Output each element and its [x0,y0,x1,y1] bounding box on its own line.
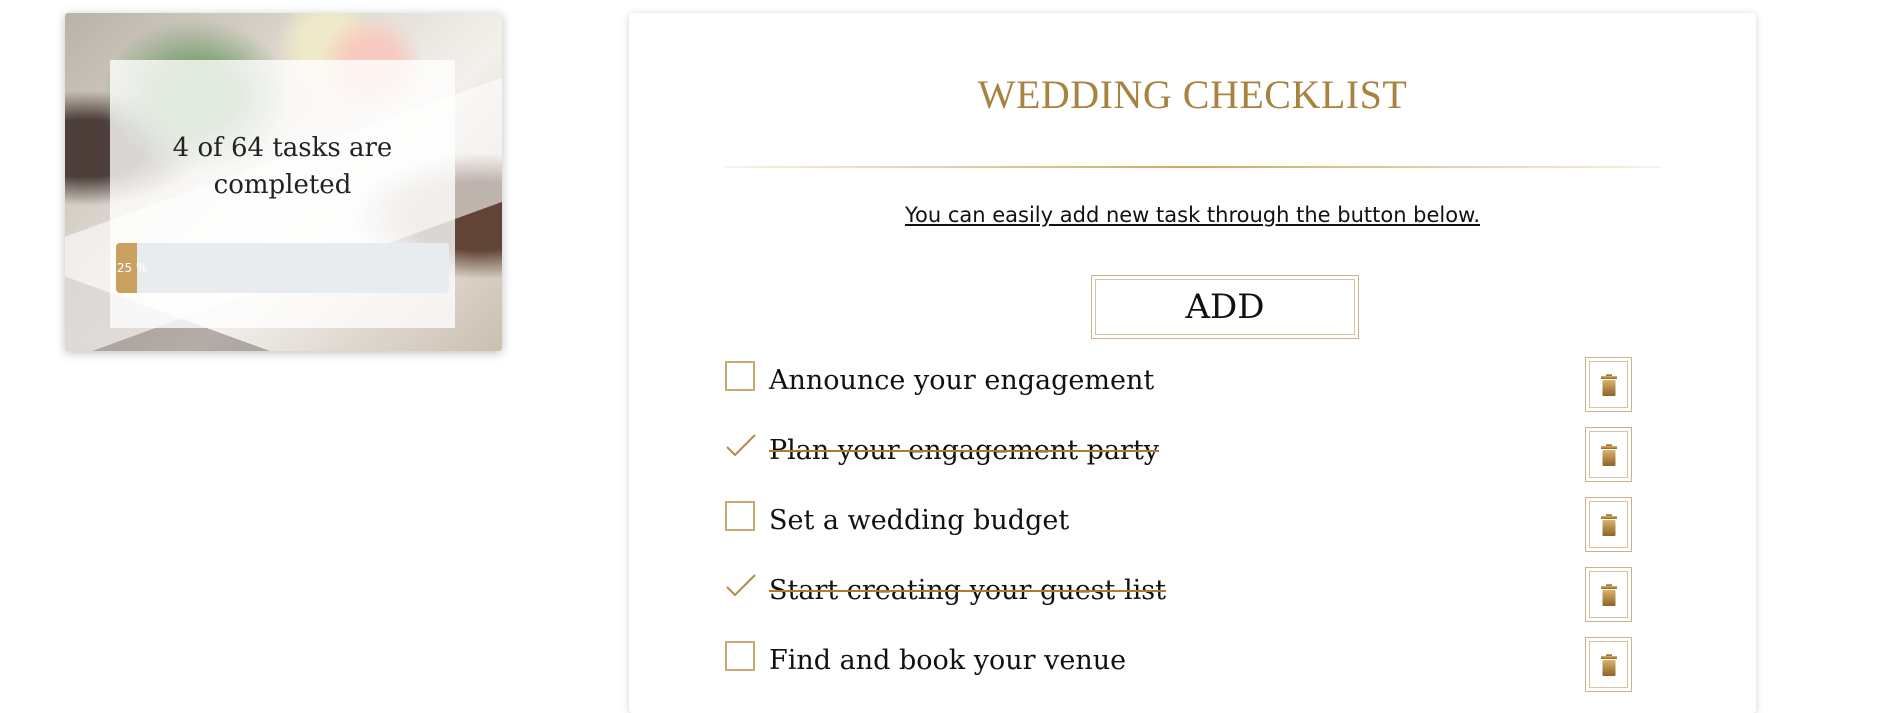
title-divider [725,166,1661,168]
delete-task-button[interactable] [1585,567,1632,622]
trash-icon [1589,431,1628,478]
add-task-button[interactable]: ADD [1091,275,1359,339]
checkbox-icon[interactable] [725,501,755,531]
trash-icon [1589,641,1628,688]
checklist-card: WEDDING CHECKLIST You can easily add new… [629,13,1756,713]
add-button-label: ADD [1095,279,1355,335]
add-task-hint: You can easily add new task through the … [904,203,1481,227]
task-label: Set a wedding budget [769,505,1070,536]
task-row: Start creating your guest list [725,563,1665,633]
page-title: WEDDING CHECKLIST [977,72,1408,117]
checkbox-icon[interactable] [725,641,755,671]
checkmark-icon[interactable] [725,431,756,461]
task-label: Announce your engagement [769,365,1155,396]
trash-icon [1589,361,1628,408]
checkmark-icon[interactable] [725,571,756,601]
trash-icon [1589,571,1628,618]
task-row: Find and book your venue [725,633,1665,703]
progress-card: 4 of 64 tasks are completed 6,25 % [65,13,502,351]
checkbox-icon[interactable] [725,361,755,391]
task-label: Start creating your guest list [769,575,1166,606]
trash-icon [1589,501,1628,548]
delete-task-button[interactable] [1585,497,1632,552]
delete-task-button[interactable] [1585,427,1632,482]
task-label: Find and book your venue [769,645,1127,676]
delete-task-button[interactable] [1585,637,1632,692]
progress-summary-text: 4 of 64 tasks are completed [172,133,393,200]
task-row: Plan your engagement party [725,423,1665,493]
task-row: Set a wedding budget [725,493,1665,563]
progress-bar-fill: 6,25 % [116,243,147,293]
delete-task-button[interactable] [1585,357,1632,412]
task-list: Announce your engagement Plan your engage… [725,353,1665,703]
progress-panel: 4 of 64 tasks are completed 6,25 % [110,60,455,328]
task-label: Plan your engagement party [769,435,1160,466]
progress-bar: 6,25 % [116,243,449,293]
task-row: Announce your engagement [725,353,1665,423]
